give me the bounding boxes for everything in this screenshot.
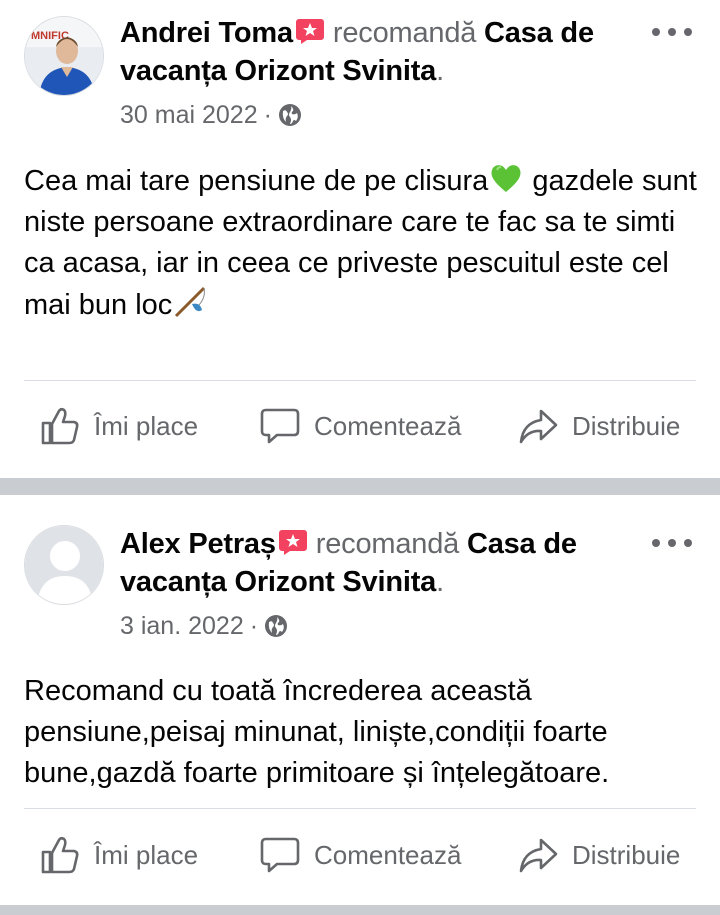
post-separator bbox=[0, 905, 720, 915]
comment-bubble-icon bbox=[260, 837, 300, 873]
post-date[interactable]: 30 mai 2022 bbox=[120, 100, 258, 130]
avatar[interactable] bbox=[24, 525, 104, 605]
recommend-badge-icon bbox=[295, 19, 324, 44]
recommend-badge-icon bbox=[278, 530, 307, 555]
divider bbox=[24, 380, 696, 381]
share-button[interactable]: Distribuie bbox=[518, 827, 680, 883]
comment-label: Comentează bbox=[314, 410, 462, 441]
like-label: Îmi place bbox=[94, 410, 199, 441]
divider bbox=[24, 808, 696, 809]
globe-icon bbox=[265, 615, 288, 637]
post-card: MNIFIC Andrei Toma recomandă Casa de vaca… bbox=[0, 0, 720, 478]
author-name[interactable]: Alex Petraș bbox=[120, 528, 276, 560]
post-text: Cea mai tare pensiune de pe clisura gazd… bbox=[24, 160, 704, 326]
share-label: Distribuie bbox=[572, 410, 681, 441]
more-options-icon[interactable] bbox=[652, 22, 692, 42]
post-text: Recomand cu toată încrederea această pen… bbox=[24, 675, 610, 789]
recommend-verb: recomandă bbox=[315, 528, 460, 560]
recommend-verb: recomandă bbox=[332, 17, 477, 49]
post-date[interactable]: 3 ian. 2022 bbox=[120, 611, 244, 641]
share-label: Distribuie bbox=[572, 839, 681, 870]
post-card: Alex Petraș recomandă Casa de vacanța Ori… bbox=[0, 495, 720, 905]
thumbs-up-icon bbox=[41, 836, 79, 874]
share-button[interactable]: Distribuie bbox=[518, 398, 680, 454]
green-heart-emoji-icon bbox=[491, 165, 521, 192]
comment-button[interactable]: Comentează bbox=[260, 827, 461, 883]
share-arrow-icon bbox=[519, 409, 558, 444]
like-label: Îmi place bbox=[94, 839, 199, 870]
meta-separator: · bbox=[263, 101, 272, 129]
comment-label: Comentează bbox=[314, 839, 462, 870]
post-separator bbox=[0, 478, 720, 495]
action-bar: Îmi place Comentează Distribuie bbox=[0, 827, 720, 883]
avatar[interactable]: MNIFIC bbox=[24, 16, 104, 96]
like-button[interactable]: Îmi place bbox=[40, 827, 198, 883]
globe-icon bbox=[278, 104, 301, 126]
more-options-icon[interactable] bbox=[652, 533, 692, 553]
post-meta: 3 ian. 2022 · bbox=[120, 611, 288, 641]
comment-button[interactable]: Comentează bbox=[260, 398, 461, 454]
post-meta: 30 mai 2022 · bbox=[120, 100, 302, 130]
fishing-pole-emoji-icon bbox=[175, 286, 206, 318]
share-arrow-icon bbox=[519, 838, 558, 873]
action-bar: Îmi place Comentează Distribuie bbox=[0, 398, 720, 454]
meta-separator: · bbox=[249, 612, 259, 640]
author-name[interactable]: Andrei Toma bbox=[120, 17, 293, 49]
post-header: Alex Petraș recomandă Casa de vacanța Ori… bbox=[120, 528, 577, 598]
thumbs-up-icon bbox=[41, 407, 79, 445]
comment-bubble-icon bbox=[260, 408, 300, 444]
post-header: Andrei Toma recomandă Casa de vacanța Ori… bbox=[120, 17, 594, 87]
like-button[interactable]: Îmi place bbox=[40, 398, 198, 454]
